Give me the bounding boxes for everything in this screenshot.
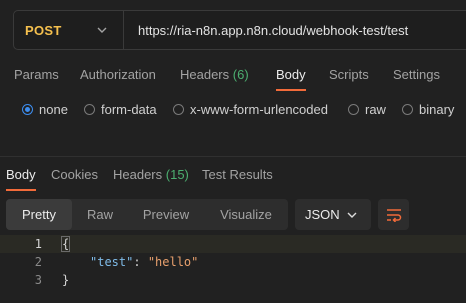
radio-binary[interactable]: binary [402,102,454,117]
json-colon: : [133,255,148,269]
tab-settings[interactable]: Settings [393,67,440,82]
code-text: { [60,235,71,253]
view-label: Visualize [220,207,272,222]
headers-count: (6) [232,67,249,82]
close-brace: } [62,273,70,287]
tab-label: Headers [113,167,163,182]
code-line: 3 } [0,271,466,289]
tab-label: Authorization [80,67,156,82]
radio-label: binary [419,102,455,117]
tab-headers[interactable]: Headers (6) [180,67,249,82]
tab-label: Scripts [329,67,369,82]
panel-divider[interactable] [0,156,466,157]
response-tabs: Body Cookies Headers (15) Test Results [0,167,466,191]
response-tab-body[interactable]: Body [6,167,36,182]
radio-icon [84,104,95,115]
line-number: 1 [34,237,42,251]
chevron-down-icon [97,27,107,33]
active-tab-indicator [276,89,306,91]
view-label: Raw [86,207,113,222]
method-dropdown[interactable]: POST [14,11,124,49]
method-label: POST [25,22,62,38]
tab-authorization[interactable]: Authorization [80,67,156,82]
view-mode-group: Pretty Raw Preview Visualize [6,199,288,230]
view-pretty-button[interactable]: Pretty [6,199,72,230]
response-tab-cookies[interactable]: Cookies [51,167,98,182]
radio-selected-icon [22,104,33,115]
format-label: JSON [305,207,340,222]
tab-body[interactable]: Body [276,67,306,82]
response-body-editor[interactable]: 1 { 2 "test": "hello" 3 } [0,235,466,303]
view-label: Pretty [22,207,56,222]
radio-label: none [39,102,68,117]
line-number: 3 [34,273,42,287]
radio-none[interactable]: none [22,102,68,117]
code-line: 1 { [0,235,466,253]
code-text: "test": "hello" [90,253,198,271]
radio-x-www-form-urlencoded[interactable]: x-www-form-urlencoded [173,102,328,117]
response-toolbar: Pretty Raw Preview Visualize JSON [6,199,466,230]
tab-scripts[interactable]: Scripts [329,67,369,82]
response-tab-test-results[interactable]: Test Results [202,167,273,182]
view-raw-button[interactable]: Raw [72,199,128,230]
radio-icon [348,104,359,115]
view-label: Preview [142,207,190,222]
tab-label: Headers [180,67,230,82]
format-dropdown[interactable]: JSON [295,199,371,230]
chevron-down-icon [347,212,357,218]
radio-icon [402,104,413,115]
json-key: "test" [90,255,134,269]
url-input[interactable]: https://ria-n8n.app.n8n.cloud/webhook-te… [124,23,408,38]
headers-count: (15) [165,167,189,182]
radio-label: x-www-form-urlencoded [190,102,328,117]
view-preview-button[interactable]: Preview [132,199,200,230]
active-tab-indicator [6,189,36,191]
tab-params[interactable]: Params [14,67,59,82]
tab-label: Settings [393,67,440,82]
body-type-options: none form-data x-www-form-urlencoded raw… [0,102,466,122]
json-value: "hello" [147,255,199,269]
radio-icon [173,104,184,115]
open-brace: { [60,236,71,252]
radio-form-data[interactable]: form-data [84,102,157,117]
line-number: 2 [34,255,42,269]
tab-label: Test Results [202,167,273,182]
response-tab-headers[interactable]: Headers (15) [113,167,189,182]
url-bar: POST https://ria-n8n.app.n8n.cloud/webho… [13,10,466,50]
radio-label: raw [365,102,386,117]
text-wrap-icon [386,208,401,222]
code-line: 2 "test": "hello" [0,253,466,271]
postman-request-panel: POST https://ria-n8n.app.n8n.cloud/webho… [0,0,466,303]
wrap-lines-button[interactable] [378,199,409,230]
view-visualize-button[interactable]: Visualize [206,199,286,230]
tab-label: Cookies [51,167,98,182]
tab-label: Body [276,67,306,82]
tab-label: Body [6,167,36,182]
tab-label: Params [14,67,59,82]
radio-label: form-data [101,102,157,117]
code-text: } [62,271,69,289]
radio-raw[interactable]: raw [348,102,386,117]
request-tabs: Params Authorization Headers (6) Body Sc… [0,67,466,91]
